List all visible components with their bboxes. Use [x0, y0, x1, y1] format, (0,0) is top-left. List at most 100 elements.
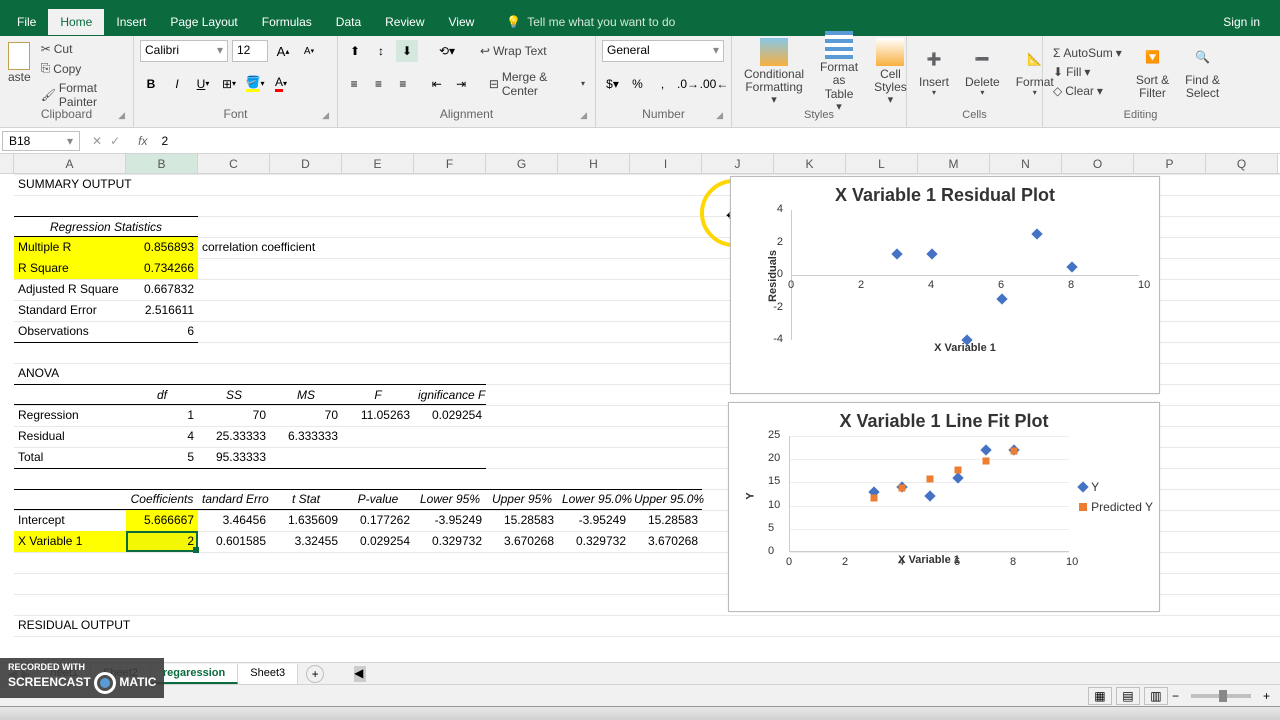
percent-format-button[interactable]: %: [627, 73, 648, 95]
merge-center-button[interactable]: ⊟Merge & Center ▾: [485, 68, 589, 100]
dialog-launcher-icon[interactable]: ◢: [322, 110, 329, 121]
file-tab[interactable]: File: [5, 9, 48, 35]
find-select-button[interactable]: 🔍Find & Select: [1179, 42, 1226, 102]
cell[interactable]: 0.601585: [198, 531, 270, 552]
select-all-corner[interactable]: [0, 154, 14, 173]
zoom-slider[interactable]: [1191, 694, 1251, 698]
normal-view-button[interactable]: ▦: [1088, 687, 1112, 705]
formulas-tab[interactable]: Formulas: [250, 9, 324, 35]
align-right-button[interactable]: ≡: [393, 73, 413, 95]
cell[interactable]: MS: [270, 384, 342, 405]
cell[interactable]: 0.667832: [126, 279, 198, 300]
comma-format-button[interactable]: ,: [652, 73, 673, 95]
cell[interactable]: Lower 95%: [414, 489, 486, 510]
cell[interactable]: 0.734266: [126, 258, 198, 279]
align-left-button[interactable]: ≡: [344, 73, 364, 95]
column-header[interactable]: M: [918, 154, 990, 173]
sheet-tab[interactable]: Sheet3: [238, 664, 298, 684]
delete-cells-button[interactable]: ➖Delete▾: [959, 44, 1006, 100]
insert-tab[interactable]: Insert: [104, 9, 158, 35]
cell[interactable]: 1.635609: [270, 510, 342, 531]
cell[interactable]: 0.856893: [126, 237, 198, 258]
cell[interactable]: -3.95249: [414, 510, 486, 531]
cell[interactable]: 5.666667: [126, 510, 198, 531]
conditional-formatting-button[interactable]: Conditional Formatting▾: [738, 36, 810, 108]
cell[interactable]: correlation coefficient: [198, 237, 398, 258]
align-center-button[interactable]: ≡: [368, 73, 388, 95]
decrease-decimal-button[interactable]: .00←: [703, 73, 725, 95]
zoom-in-button[interactable]: +: [1263, 689, 1270, 703]
new-sheet-button[interactable]: +: [306, 665, 324, 683]
cell[interactable]: 70: [270, 405, 342, 426]
autosum-button[interactable]: ΣAutoSum ▾: [1049, 44, 1126, 62]
border-button[interactable]: ⊞▾: [218, 73, 240, 95]
cell[interactable]: ANOVA: [14, 363, 126, 384]
column-header[interactable]: B: [126, 154, 198, 173]
font-color-button[interactable]: A▾: [270, 73, 292, 95]
cell[interactable]: R Square: [14, 258, 126, 279]
data-tab[interactable]: Data: [324, 9, 373, 35]
cell[interactable]: Observations: [14, 321, 126, 342]
home-tab[interactable]: Home: [48, 9, 104, 35]
horizontal-scrollbar[interactable]: ◀: [354, 666, 1280, 682]
cell[interactable]: tandard Erro: [198, 489, 270, 510]
cell[interactable]: 0.329732: [558, 531, 630, 552]
cell[interactable]: Coefficients: [126, 489, 198, 510]
cell[interactable]: 4: [126, 426, 198, 447]
cell[interactable]: -3.95249: [558, 510, 630, 531]
accounting-format-button[interactable]: $▾: [602, 73, 623, 95]
windows-taskbar[interactable]: [0, 706, 1280, 720]
cell[interactable]: Standard Error: [14, 300, 126, 321]
dialog-launcher-icon[interactable]: ◢: [118, 110, 125, 121]
sign-in-link[interactable]: Sign in: [1223, 15, 1280, 29]
page-layout-view-button[interactable]: ▤: [1116, 687, 1140, 705]
number-format-select[interactable]: General▾: [602, 40, 724, 62]
cell[interactable]: 70: [198, 405, 270, 426]
column-header[interactable]: F: [414, 154, 486, 173]
column-header[interactable]: H: [558, 154, 630, 173]
page-layout-tab[interactable]: Page Layout: [158, 9, 249, 35]
cell[interactable]: 0.029254: [342, 531, 414, 552]
cell[interactable]: 3.32455: [270, 531, 342, 552]
cancel-formula-icon[interactable]: ✕: [92, 134, 102, 148]
fill-color-button[interactable]: 🪣▾: [244, 73, 266, 95]
align-bottom-button[interactable]: ⬇: [396, 40, 418, 62]
column-header[interactable]: E: [342, 154, 414, 173]
cell[interactable]: df: [126, 384, 198, 405]
column-header[interactable]: G: [486, 154, 558, 173]
name-box[interactable]: B18▾: [2, 131, 80, 151]
column-header[interactable]: P: [1134, 154, 1206, 173]
cell[interactable]: Residual: [14, 426, 126, 447]
orientation-button[interactable]: ⟲▾: [436, 40, 458, 62]
sort-filter-button[interactable]: 🔽Sort & Filter: [1130, 42, 1175, 102]
column-header[interactable]: D: [270, 154, 342, 173]
copy-button[interactable]: ⎘Copy: [37, 59, 127, 78]
cell[interactable]: 6.333333: [270, 426, 342, 447]
cell[interactable]: Regression: [14, 405, 126, 426]
tell-me-search[interactable]: 💡 Tell me what you want to do: [506, 15, 675, 29]
page-break-view-button[interactable]: ▥: [1144, 687, 1168, 705]
insert-cells-button[interactable]: ➕Insert▾: [913, 44, 955, 100]
align-middle-button[interactable]: ↕: [370, 40, 392, 62]
view-tab[interactable]: View: [437, 9, 487, 35]
increase-decimal-button[interactable]: .0→: [677, 73, 699, 95]
cell[interactable]: 1: [126, 405, 198, 426]
cell[interactable]: 15.28583: [486, 510, 558, 531]
cell[interactable]: t Stat: [270, 489, 342, 510]
line-fit-plot-chart[interactable]: X Variable 1 Line Fit Plot Y 05101520250…: [728, 402, 1160, 612]
cell[interactable]: 3.670268: [630, 531, 702, 552]
cell[interactable]: 15.28583: [630, 510, 702, 531]
cell[interactable]: RESIDUAL OUTPUT: [14, 615, 214, 636]
cell[interactable]: 0.029254: [414, 405, 486, 426]
cell[interactable]: SS: [198, 384, 270, 405]
cell[interactable]: 3.46456: [198, 510, 270, 531]
spreadsheet-grid[interactable]: ABCDEFGHIJKLMNOPQ SUMMARY OUTPUTRegressi…: [0, 154, 1280, 644]
column-header[interactable]: O: [1062, 154, 1134, 173]
column-header[interactable]: C: [198, 154, 270, 173]
cell[interactable]: Upper 95.0%: [630, 489, 702, 510]
column-header[interactable]: A: [14, 154, 126, 173]
dialog-launcher-icon[interactable]: ◢: [716, 110, 723, 121]
cell[interactable]: 0.329732: [414, 531, 486, 552]
review-tab[interactable]: Review: [373, 9, 436, 35]
clear-button[interactable]: ◇Clear ▾: [1049, 82, 1126, 100]
